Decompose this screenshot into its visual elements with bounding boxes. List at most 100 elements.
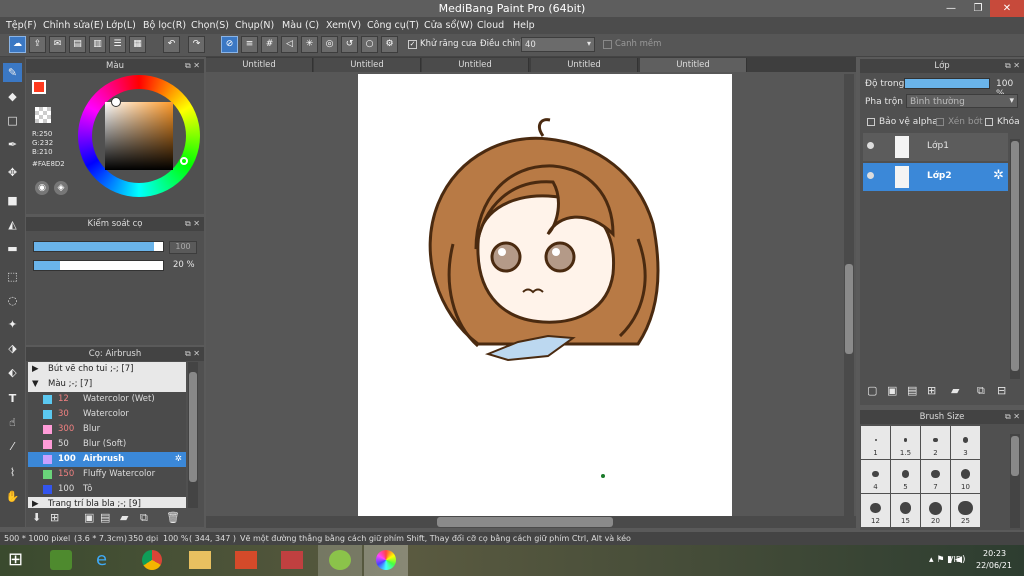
panel-controls-icon[interactable]: ⧉ ✕ xyxy=(185,217,200,231)
restore-button[interactable]: ❐ xyxy=(964,0,992,17)
brush-duplicate-icon[interactable]: ⧉ xyxy=(140,511,148,525)
tab-untitled[interactable]: Untitled xyxy=(314,58,421,72)
eraser-tool-icon[interactable]: ◆ xyxy=(3,87,22,106)
foreground-color-swatch[interactable] xyxy=(32,80,46,94)
menu-filter[interactable]: Bộ lọc(R) xyxy=(143,17,186,34)
app-icon[interactable] xyxy=(50,550,72,570)
cloud-icon[interactable]: ☁ xyxy=(9,36,26,53)
minimize-button[interactable]: — xyxy=(936,0,966,17)
menu-select[interactable]: Chọn(S) xyxy=(191,17,229,34)
color-picker-handle[interactable] xyxy=(111,97,121,107)
close-button[interactable]: ✕ xyxy=(990,0,1024,17)
canh-mem-checkbox[interactable] xyxy=(603,40,612,49)
brush-size-cell[interactable]: 12 xyxy=(861,494,890,527)
tab-untitled-active[interactable]: Untitled xyxy=(640,58,747,72)
document-icon[interactable]: ▥ xyxy=(89,36,106,53)
select-pen-icon[interactable]: ⬗ xyxy=(3,339,22,358)
brush-group[interactable]: ▶ Bút vẽ cho tui ;-; [7] xyxy=(28,362,186,377)
pen-tool-icon[interactable]: ✒ xyxy=(3,135,22,154)
gradient-tool-icon[interactable]: ▬ xyxy=(3,239,22,258)
brush-group[interactable]: ▶ Trang trí bla bla ;-; [9] xyxy=(28,497,186,508)
brush-size-cell[interactable]: 15 xyxy=(891,494,920,527)
panel-controls-icon[interactable]: ⧉ ✕ xyxy=(1005,410,1020,424)
grid-icon[interactable]: ▦ xyxy=(129,36,146,53)
hue-wheel[interactable] xyxy=(78,75,200,197)
clock-time[interactable]: 20:23 xyxy=(983,549,1006,558)
gear-icon[interactable]: ✲ xyxy=(993,168,1004,183)
merge-layer-icon[interactable]: ⊟ xyxy=(997,384,1006,397)
menu-color[interactable]: Màu (C) xyxy=(282,17,319,34)
brush-size-cell[interactable]: 2 xyxy=(921,426,950,459)
brush-size-cell[interactable]: 20 xyxy=(921,494,950,527)
snap-angle-icon[interactable]: ◁ xyxy=(281,36,298,53)
tab-untitled[interactable]: Untitled xyxy=(206,58,313,72)
brush-download-icon[interactable]: ⬇ xyxy=(32,511,41,524)
brush-folder-icon[interactable]: ▰ xyxy=(120,511,128,524)
menu-cloud[interactable]: Cloud xyxy=(477,17,504,34)
brush-item[interactable]: 100 Tô xyxy=(28,482,186,497)
clock-date[interactable]: 22/06/21 xyxy=(976,561,1012,570)
transparent-swatch[interactable] xyxy=(35,107,51,123)
windows-start-icon[interactable]: ⊞ xyxy=(8,549,23,570)
settings-icon[interactable]: ⚙ xyxy=(381,36,398,53)
brush-size-scrollbar[interactable] xyxy=(1010,434,1020,528)
brush-note-icon[interactable]: ▤ xyxy=(100,511,110,524)
menu-capture[interactable]: Chụp(N) xyxy=(235,17,274,34)
brush-size-cell[interactable]: 25 xyxy=(951,494,980,527)
snap-circle-icon[interactable]: ◎ xyxy=(321,36,338,53)
brush-item[interactable]: 50 Blur (Soft) xyxy=(28,437,186,452)
ie-icon[interactable]: e xyxy=(96,549,107,570)
snap-parallel-icon[interactable]: ≡ xyxy=(241,36,258,53)
new-layer-icon[interactable]: ▢ xyxy=(867,384,877,397)
layer-row-selected[interactable]: Lớp2 ✲ xyxy=(863,163,1008,191)
menu-view[interactable]: Xem(V) xyxy=(326,17,361,34)
brush-size-value[interactable]: 100 xyxy=(169,241,197,254)
bucket-tool-icon[interactable]: ◭ xyxy=(3,215,22,234)
eye-icon[interactable] xyxy=(867,172,874,179)
chat-icon[interactable]: ▤ xyxy=(69,36,86,53)
brush-size-cell[interactable]: 7 xyxy=(921,460,950,493)
brush-list-scrollbar[interactable] xyxy=(188,362,198,508)
menu-edit[interactable]: Chỉnh sửa(E) xyxy=(43,17,104,34)
eye-icon[interactable] xyxy=(867,142,874,149)
protect-alpha-checkbox[interactable] xyxy=(867,118,875,126)
brush-item[interactable]: 12 Watercolor (Wet) xyxy=(28,392,186,407)
brush-size-cell[interactable]: 5 xyxy=(891,460,920,493)
new-8bit-layer-icon[interactable]: ▤ xyxy=(907,384,917,397)
drawing-canvas[interactable] xyxy=(358,74,732,516)
select-tool-icon[interactable]: ⬚ xyxy=(3,267,22,286)
menu-layer[interactable]: Lớp(L) xyxy=(106,17,136,34)
chrome-icon[interactable] xyxy=(142,550,162,570)
brush-delete-icon[interactable]: 🗑 xyxy=(166,511,180,524)
brush-item[interactable]: 30 Watercolor xyxy=(28,407,186,422)
antialias-checkbox[interactable]: ✓ xyxy=(408,40,417,49)
layer-row[interactable]: Lớp1 xyxy=(863,133,1008,161)
tab-untitled[interactable]: Untitled xyxy=(531,58,638,72)
redo-icon[interactable]: ↷ xyxy=(188,36,205,53)
list-icon[interactable]: ☰ xyxy=(109,36,126,53)
panel-controls-icon[interactable]: ⧉ ✕ xyxy=(185,347,200,361)
divide-tool-icon[interactable]: ⁄ xyxy=(3,437,22,456)
office-icon[interactable] xyxy=(235,551,257,569)
magic-wand-icon[interactable]: ✦ xyxy=(3,315,22,334)
operation-tool-icon[interactable]: ☝ xyxy=(3,413,22,432)
undo-icon[interactable]: ↶ xyxy=(163,36,180,53)
clip-checkbox[interactable] xyxy=(936,118,944,126)
brush-item[interactable]: 300 Blur xyxy=(28,422,186,437)
snap-off-icon[interactable]: ⊘ xyxy=(221,36,238,53)
panel-controls-icon[interactable]: ⧉ ✕ xyxy=(185,59,200,73)
comment-icon[interactable]: ✉ xyxy=(49,36,66,53)
brush-item[interactable]: 150 Fluffy Watercolor xyxy=(28,467,186,482)
rectangle-tool-icon[interactable]: □ xyxy=(3,111,22,130)
brush-size-cell[interactable]: 10 xyxy=(951,460,980,493)
brush-tool-icon[interactable]: ✎ xyxy=(3,63,22,82)
layer-opacity-slider[interactable] xyxy=(904,78,990,89)
add-layer-menu-icon[interactable]: ⊞ xyxy=(927,384,936,397)
saturation-square[interactable] xyxy=(105,102,173,170)
brush-item-selected[interactable]: 100 Airbrush ✲ xyxy=(28,452,186,467)
brush-size-cell[interactable]: 1.5 xyxy=(891,426,920,459)
gear-icon[interactable]: ✲ xyxy=(175,452,182,467)
app-icon-red[interactable] xyxy=(281,551,303,569)
canvas-horizontal-scrollbar[interactable] xyxy=(206,516,856,528)
file-explorer-icon[interactable] xyxy=(189,551,211,569)
